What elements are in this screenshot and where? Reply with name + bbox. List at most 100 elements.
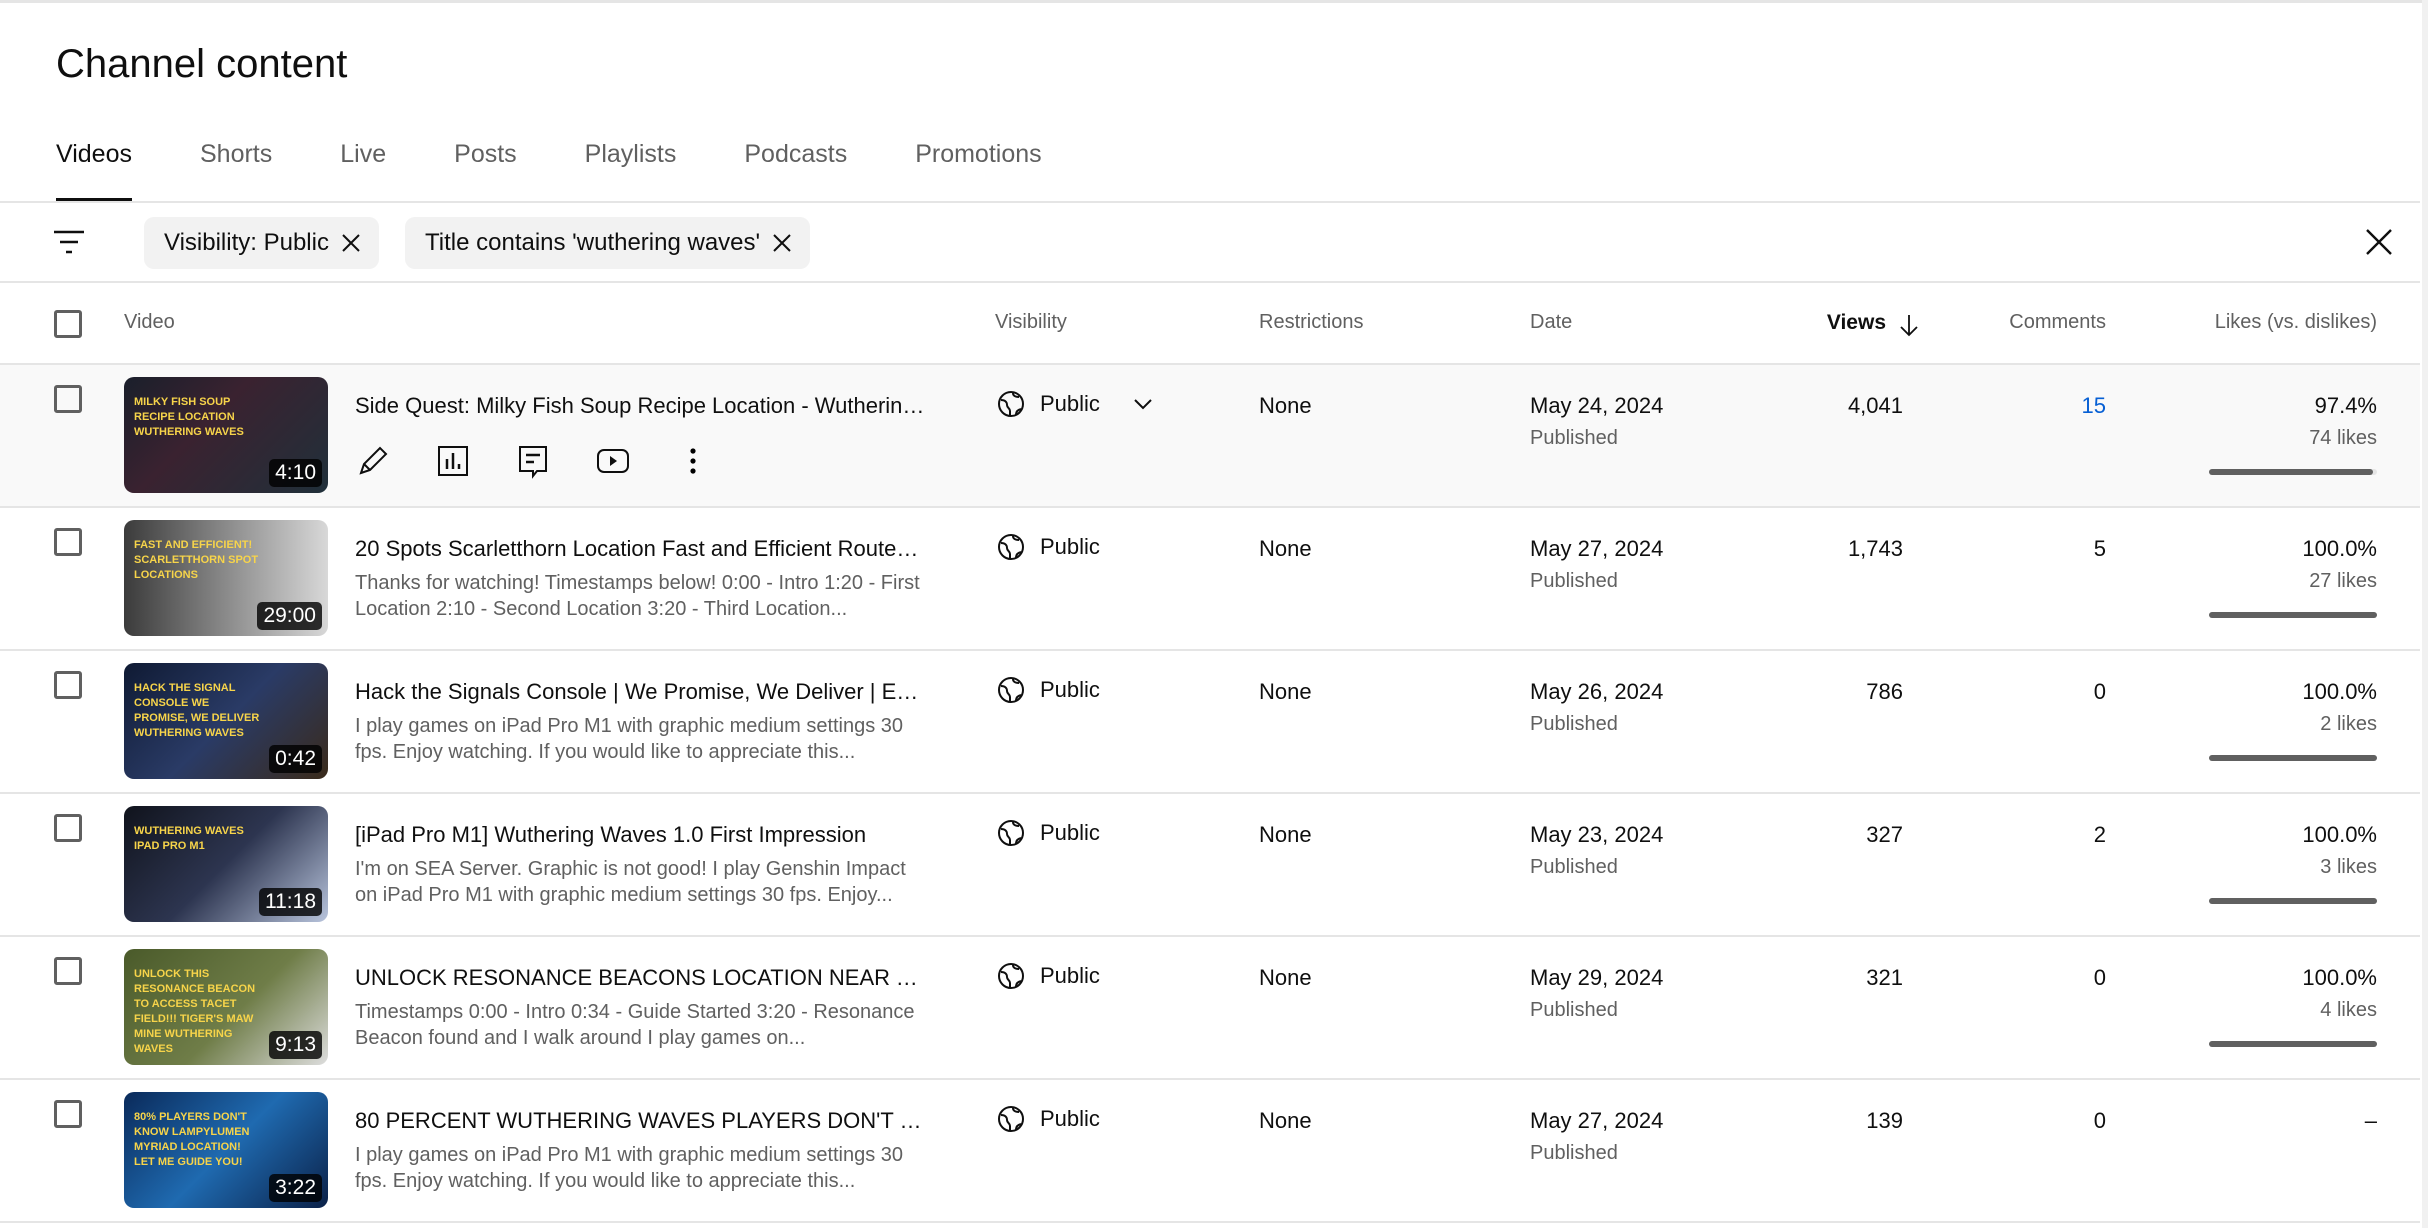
likes-ratio-fill	[2209, 898, 2377, 904]
likes-ratio-fill	[2209, 612, 2377, 618]
likes-ratio-bar	[2209, 755, 2377, 761]
restrictions-value: None	[1259, 536, 1312, 561]
tab-podcasts[interactable]: Podcasts	[744, 140, 847, 202]
visibility-cell: Public	[996, 818, 1100, 848]
date-value: May 27, 2024	[1530, 536, 1664, 561]
analytics-icon[interactable]	[435, 443, 471, 479]
filter-icon[interactable]	[52, 229, 86, 255]
video-thumbnail[interactable]: Wuthering Waves iPad Pro M1 11:18	[124, 806, 328, 922]
publish-status: Published	[1530, 427, 1618, 449]
table-header: Video Visibility Restrictions Date Views…	[0, 283, 2420, 363]
video-title[interactable]: UNLOCK RESONANCE BEACONS LOCATION NEAR T…	[355, 965, 925, 991]
video-thumbnail[interactable]: Milky Fish Soup Recipe Location Wutherin…	[124, 377, 328, 493]
tab-promotions[interactable]: Promotions	[915, 140, 1041, 202]
thumbnail-text: 80% Players don't know Lampylumen Myriad…	[134, 1111, 250, 1168]
table-row[interactable]: Unlock this Resonance Beacon to access T…	[0, 937, 2420, 1080]
likes-ratio-bar	[2209, 1041, 2377, 1047]
video-duration: 29:00	[257, 602, 322, 630]
thumbnail-text: Milky Fish Soup Recipe Location Wutherin…	[134, 396, 244, 438]
thumbnail-text: Wuthering Waves iPad Pro M1	[134, 825, 244, 852]
likes-count: 27 likes	[2309, 570, 2377, 592]
video-title[interactable]: [iPad Pro M1] Wuthering Waves 1.0 First …	[355, 822, 925, 848]
filter-chip-title[interactable]: Title contains 'wuthering waves'	[405, 217, 811, 269]
column-comments: Comments	[2009, 311, 2106, 333]
globe-icon	[998, 963, 1024, 989]
table-row[interactable]: Hack the Signal Console We Promise, We D…	[0, 651, 2420, 794]
column-date: Date	[1530, 311, 1573, 333]
row-checkbox[interactable]	[54, 385, 82, 413]
visibility-cell: Public	[996, 1104, 1100, 1134]
scrollbar[interactable]	[2422, 0, 2428, 1228]
globe-icon	[998, 391, 1024, 417]
likes-ratio-bar	[2209, 898, 2377, 904]
row-checkbox[interactable]	[54, 957, 82, 985]
comments-value: 0	[2093, 965, 2106, 990]
filter-chip-label: Title contains 'wuthering waves'	[425, 229, 761, 256]
video-description: Thanks for watching! Timestamps below! 0…	[355, 572, 920, 620]
row-checkbox[interactable]	[54, 671, 82, 699]
remove-filter-icon[interactable]	[341, 233, 361, 253]
likes-percent: 97.4%	[2314, 393, 2377, 418]
visibility-cell: Public	[996, 532, 1100, 562]
row-checkbox[interactable]	[54, 528, 82, 556]
tab-posts[interactable]: Posts	[454, 140, 517, 202]
video-thumbnail[interactable]: Unlock this Resonance Beacon to access T…	[124, 949, 328, 1065]
views-value: 4,041	[1847, 393, 1903, 418]
comments-icon[interactable]	[515, 443, 551, 479]
tab-shorts[interactable]: Shorts	[200, 140, 272, 202]
table-row[interactable]: Fast and Efficient! Scarletthorn Spot Lo…	[0, 508, 2420, 651]
likes-ratio-fill	[2209, 755, 2377, 761]
publish-status: Published	[1530, 999, 1618, 1021]
more-options-icon[interactable]	[675, 443, 711, 479]
column-visibility: Visibility	[995, 311, 1067, 333]
visibility-cell: Public	[996, 961, 1100, 991]
chevron-down-icon[interactable]	[1132, 397, 1154, 411]
remove-filter-icon[interactable]	[772, 233, 792, 253]
column-views[interactable]: Views	[1827, 311, 1886, 335]
visibility-value: Public	[1040, 391, 1100, 416]
video-description: Timestamps 0:00 - Intro 0:34 - Guide Sta…	[355, 1001, 915, 1049]
video-thumbnail[interactable]: Hack the Signal Console We Promise, We D…	[124, 663, 328, 779]
likes-ratio-fill	[2209, 469, 2373, 475]
filter-chip-visibility[interactable]: Visibility: Public	[144, 217, 379, 269]
video-title[interactable]: Side Quest: Milky Fish Soup Recipe Locat…	[355, 393, 925, 419]
views-value: 1,743	[1847, 536, 1903, 561]
video-title[interactable]: Hack the Signals Console | We Promise, W…	[355, 679, 925, 705]
date-value: May 26, 2024	[1530, 679, 1664, 704]
video-title[interactable]: 20 Spots Scarletthorn Location Fast and …	[355, 536, 925, 562]
row-checkbox[interactable]	[54, 814, 82, 842]
comments-value[interactable]: 15	[2082, 393, 2106, 419]
table-row[interactable]: 80% Players don't know Lampylumen Myriad…	[0, 1080, 2420, 1223]
restrictions-value: None	[1259, 393, 1312, 418]
youtube-play-icon[interactable]	[595, 443, 631, 479]
video-title[interactable]: 80 PERCENT WUTHERING WAVES PLAYERS DON'T…	[355, 1108, 925, 1134]
video-thumbnail[interactable]: Fast and Efficient! Scarletthorn Spot Lo…	[124, 520, 328, 636]
table-row[interactable]: Milky Fish Soup Recipe Location Wutherin…	[0, 365, 2420, 508]
row-actions	[355, 443, 711, 479]
tab-live[interactable]: Live	[340, 140, 386, 202]
publish-status: Published	[1530, 1142, 1618, 1164]
visibility-value: Public	[1040, 534, 1100, 559]
tab-playlists[interactable]: Playlists	[585, 140, 677, 202]
edit-pencil-icon[interactable]	[355, 443, 391, 479]
comments-value: 0	[2093, 679, 2106, 704]
tab-bar: Videos Shorts Live Posts Playlists Podca…	[56, 140, 1110, 202]
likes-ratio-fill	[2209, 1041, 2377, 1047]
video-description: I play games on iPad Pro M1 with graphic…	[355, 1144, 904, 1192]
select-all-checkbox[interactable]	[54, 310, 82, 338]
filter-chip-label: Visibility: Public	[164, 229, 329, 256]
video-description: I play games on iPad Pro M1 with graphic…	[355, 715, 904, 763]
restrictions-value: None	[1259, 679, 1312, 704]
sort-descending-icon[interactable]	[1898, 313, 1920, 337]
clear-filters-icon[interactable]	[2364, 227, 2394, 257]
date-value: May 24, 2024	[1530, 393, 1664, 418]
comments-value: 5	[2093, 536, 2106, 561]
likes-percent: 100.0%	[2302, 965, 2377, 990]
likes-percent: 100.0%	[2302, 822, 2377, 847]
tab-videos[interactable]: Videos	[56, 140, 132, 202]
row-checkbox[interactable]	[54, 1100, 82, 1128]
video-thumbnail[interactable]: 80% Players don't know Lampylumen Myriad…	[124, 1092, 328, 1208]
table-row[interactable]: Wuthering Waves iPad Pro M1 11:18 [iPad …	[0, 794, 2420, 937]
views-value: 139	[1866, 1108, 1903, 1133]
visibility-cell[interactable]: Public	[996, 389, 1154, 419]
